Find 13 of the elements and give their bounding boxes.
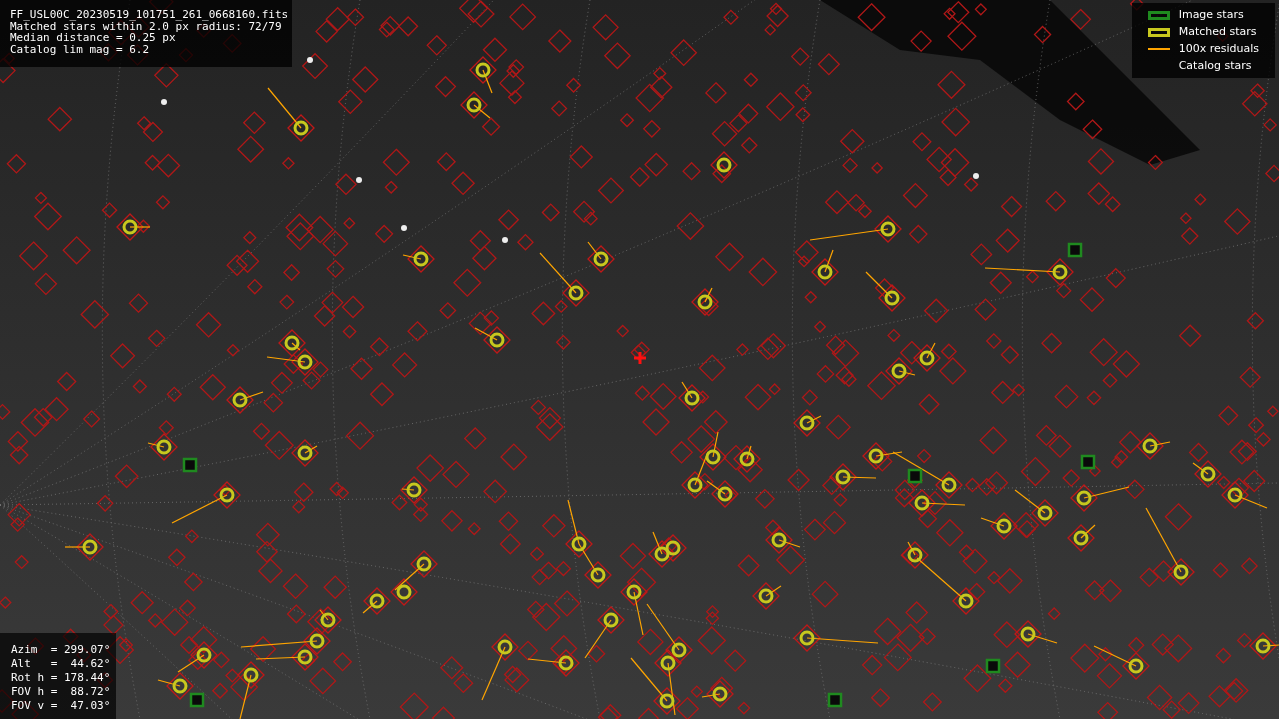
info-text: Matched stars within 2.0 px radius: 72/79 [10,20,282,32]
info-text: Catalog lim mag = 6.2 [10,43,151,55]
info-text: Median distance = 0.25 px [10,32,176,44]
pointing-text: Azim = 299.07° [11,643,111,657]
pointing-text: FOV h = 88.72° [11,685,111,699]
legend-label: Matched stars [1178,23,1257,40]
legend-label: 100x residuals [1178,40,1259,57]
legend-label: Catalog stars [1178,57,1252,74]
pointing-text: Alt = 44.62° [11,657,111,671]
info-text: FF_USL00C_20230519_101751_261_0668160.fits [10,9,289,21]
legend-label: Image stars [1178,6,1244,23]
pointing-text: Rot h = 178.44° [11,671,111,685]
pointing-text: FOV v = 47.03° [11,699,111,713]
